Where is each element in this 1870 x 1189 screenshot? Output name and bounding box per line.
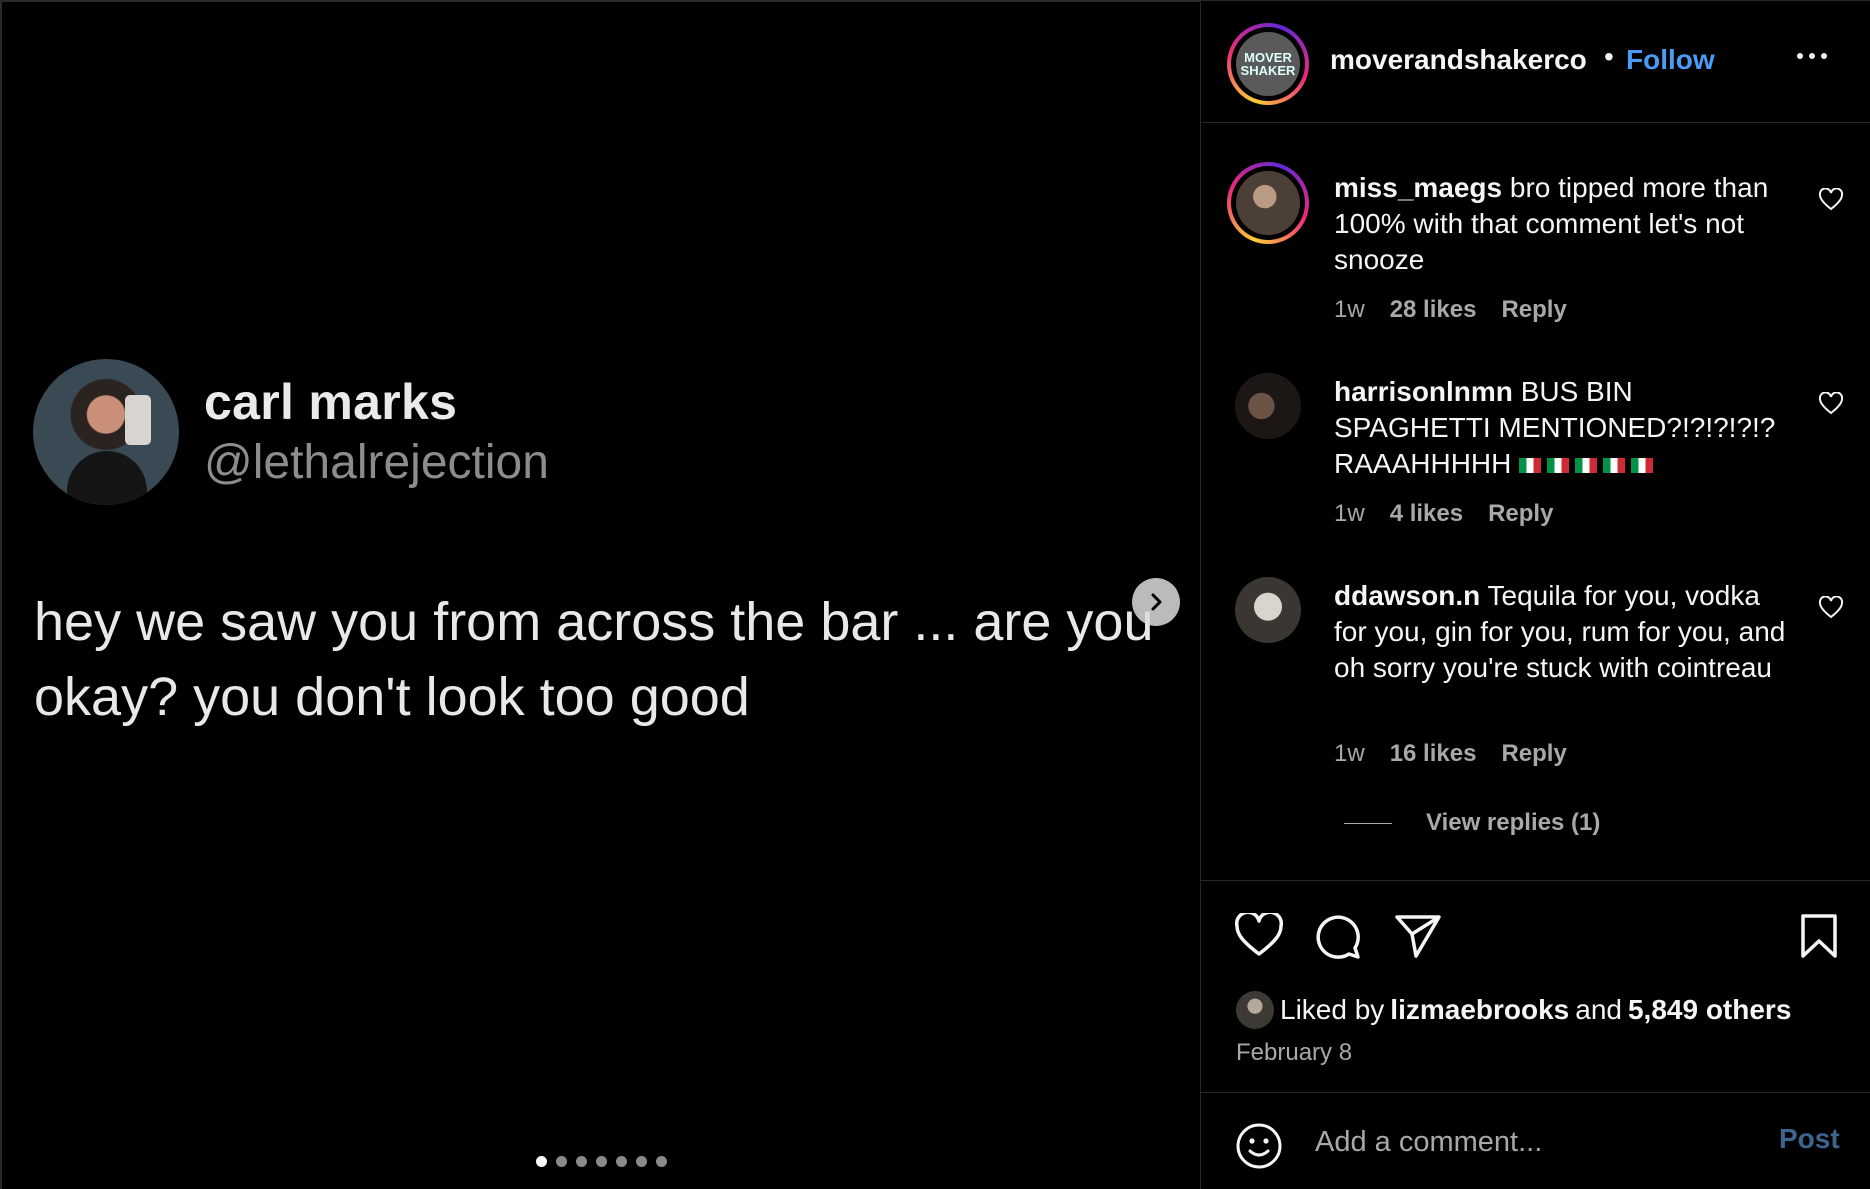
carousel-dot: [656, 1156, 667, 1167]
commenter-avatar[interactable]: [1235, 373, 1301, 439]
comment-like-heart-icon[interactable]: [1818, 596, 1844, 620]
carousel-next-button[interactable]: [1132, 578, 1180, 626]
comment-like-heart-icon[interactable]: [1818, 188, 1844, 212]
comment-like-heart-icon[interactable]: [1818, 392, 1844, 416]
italy-flag-icon: [1547, 458, 1570, 474]
liked-by-conjunction: and: [1575, 994, 1622, 1025]
carousel-dot: [576, 1156, 587, 1167]
commenter-avatar[interactable]: [1235, 577, 1301, 643]
comment-bubble-icon[interactable]: [1314, 913, 1362, 961]
comment-likes[interactable]: 16 likes: [1390, 740, 1477, 768]
tweet-display-name: carl marks: [204, 374, 458, 430]
view-replies-label[interactable]: View replies (1): [1426, 809, 1600, 837]
carousel-dot: [596, 1156, 607, 1167]
more-options-icon[interactable]: [1797, 53, 1827, 59]
carousel-dot: [556, 1156, 567, 1167]
comment-time: 1w: [1334, 740, 1365, 767]
comment-username[interactable]: ddawson.n: [1334, 580, 1480, 611]
emoji-icon[interactable]: [1235, 1122, 1283, 1170]
comment-composer: Post: [1201, 1093, 1870, 1189]
comment-username[interactable]: harrisonlnmn: [1334, 376, 1513, 407]
comment-text: ddawson.n Tequila for you, vodka for you…: [1334, 578, 1794, 686]
account-avatar[interactable]: MOVER SHAKER: [1227, 23, 1309, 105]
comment-username[interactable]: miss_maegs: [1334, 172, 1502, 203]
comment-reply-button[interactable]: Reply: [1488, 500, 1553, 528]
comment-meta: 1w 16 likes Reply: [1334, 740, 1567, 768]
comment-reply-button[interactable]: Reply: [1501, 296, 1566, 324]
replies-divider: [1344, 822, 1392, 824]
italy-flag-icon: [1519, 458, 1542, 474]
account-username[interactable]: moverandshakerco: [1330, 44, 1587, 76]
italy-flag-icon: [1603, 458, 1626, 474]
carousel-indicator: [536, 1156, 667, 1167]
post-side-panel: MOVER SHAKER moverandshakerco • Follow m…: [1200, 0, 1870, 1189]
italy-flag-icon: [1631, 458, 1654, 474]
comment-likes[interactable]: 28 likes: [1390, 296, 1477, 324]
save-bookmark-icon[interactable]: [1799, 913, 1839, 959]
comment-time: 1w: [1334, 500, 1365, 527]
liked-by-user[interactable]: lizmaebrooks: [1390, 994, 1569, 1026]
comment-reply-button[interactable]: Reply: [1501, 740, 1566, 768]
liked-by-others[interactable]: 5,849 others: [1628, 994, 1791, 1026]
liked-by-prefix: Liked by: [1280, 994, 1385, 1025]
liked-by-summary[interactable]: Liked by lizmaebrooks and 5,849 others: [1236, 991, 1791, 1029]
follow-button[interactable]: Follow: [1626, 44, 1715, 76]
post-comment-button[interactable]: Post: [1779, 1123, 1840, 1155]
tweet-text: hey we saw you from across the bar ... a…: [34, 592, 1154, 727]
chevron-right-icon: [1151, 593, 1162, 611]
comment-time: 1w: [1334, 296, 1365, 323]
liker-avatar: [1236, 991, 1274, 1029]
comment-meta: 1w 4 likes Reply: [1334, 500, 1553, 528]
share-send-icon[interactable]: [1394, 913, 1442, 959]
view-replies-button[interactable]: View replies (1): [1344, 809, 1600, 837]
italy-flag-icon: [1575, 458, 1598, 474]
tweet-author-avatar: [33, 359, 179, 505]
commenter-avatar[interactable]: [1227, 162, 1309, 244]
header-separator: •: [1604, 41, 1614, 72]
carousel-dot: [636, 1156, 647, 1167]
post-header: MOVER SHAKER moverandshakerco • Follow: [1201, 0, 1870, 123]
post-media[interactable]: carl marks @lethalrejection hey we saw y…: [0, 0, 1200, 1189]
comment-meta: 1w 28 likes Reply: [1334, 296, 1567, 324]
comment-text: miss_maegs bro tipped more than 100% wit…: [1334, 170, 1794, 278]
comment-likes[interactable]: 4 likes: [1390, 500, 1463, 528]
carousel-dot: [536, 1156, 547, 1167]
post-date[interactable]: February 8: [1236, 1039, 1352, 1067]
post-actions-bar: Liked by lizmaebrooks and 5,849 others F…: [1201, 880, 1870, 1093]
like-heart-icon[interactable]: [1234, 913, 1284, 959]
italy-flag-icons: [1519, 448, 1659, 479]
comment-text: harrisonlnmn BUS BIN SPAGHETTI MENTIONED…: [1334, 374, 1794, 482]
comment-input[interactable]: [1313, 1119, 1757, 1165]
carousel-dot: [616, 1156, 627, 1167]
tweet-handle: @lethalrejection: [204, 436, 549, 489]
account-logo: MOVER SHAKER: [1236, 32, 1300, 96]
